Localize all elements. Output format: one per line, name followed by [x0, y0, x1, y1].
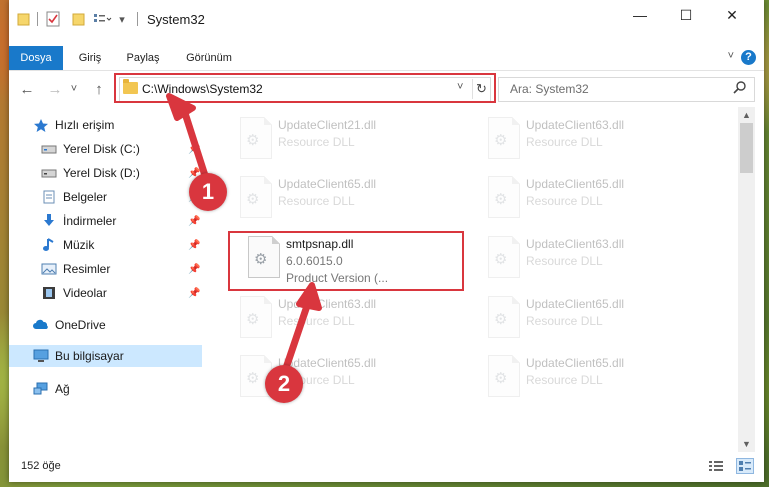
arrowhead-file — [296, 282, 322, 311]
arrowhead-address — [166, 93, 196, 121]
callout-arrows — [166, 93, 322, 370]
callout-1: 1 — [189, 173, 227, 211]
callout-2: 2 — [265, 365, 303, 403]
file-explorer-window: ▾ System32 — ☐ ✕ Dosya Giriş Paylaş Görü… — [9, 0, 764, 482]
arrow-to-file — [282, 298, 313, 370]
